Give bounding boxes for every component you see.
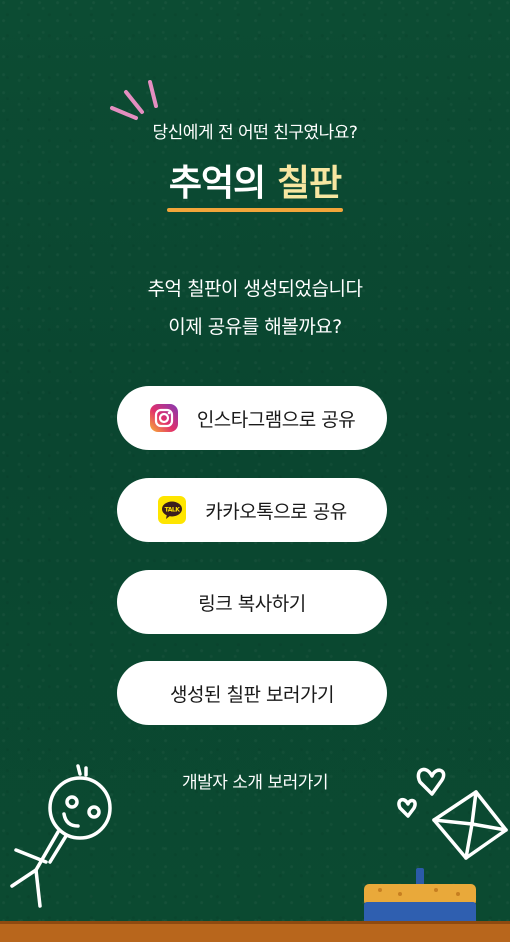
heart-envelope-icon [397, 767, 508, 860]
share-kakaotalk-button[interactable]: TALK 카카오톡으로 공유 [117, 478, 387, 542]
stick-figure-icon [10, 764, 112, 908]
title-main: 추억의 [168, 163, 277, 204]
instagram-icon [149, 403, 179, 433]
kakaotalk-icon: TALK [157, 495, 187, 525]
message-line-1: 추억 칠판이 생성되었습니다 [147, 278, 363, 300]
copy-link-button[interactable]: 링크 복사하기 [117, 570, 387, 634]
view-board-button[interactable]: 생성된 칠판 보러가기 [117, 661, 387, 725]
chalk-box-icon [364, 868, 476, 924]
chalk-ledge [0, 921, 510, 942]
share-instagram-label: 인스타그램으로 공유 [196, 408, 356, 431]
title-text: 추억의 칠판 [166, 154, 344, 212]
view-board-label: 생성된 칠판 보러가기 [170, 683, 334, 706]
success-message: 추억 칠판이 생성되었습니다 이제 공유를 해볼까요? [0, 270, 510, 346]
share-kakaotalk-label: 카카오톡으로 공유 [205, 500, 347, 523]
tagline: 당신에게 전 어떤 친구였나요? [152, 123, 358, 143]
chalkboard-screen: 당신에게 전 어떤 친구였나요? 추억의 칠판 추억 칠판이 생성되었습니다 이… [0, 0, 510, 942]
kakaotalk-icon-text: TALK [165, 507, 181, 514]
share-instagram-button[interactable]: 인스타그램으로 공유 [117, 386, 387, 450]
page-title: 추억의 칠판 [0, 154, 510, 212]
copy-link-label: 링크 복사하기 [198, 592, 306, 615]
title-accent: 칠판 [276, 163, 342, 204]
title-underline [166, 208, 344, 212]
message-line-2: 이제 공유를 해볼까요? [168, 316, 342, 338]
